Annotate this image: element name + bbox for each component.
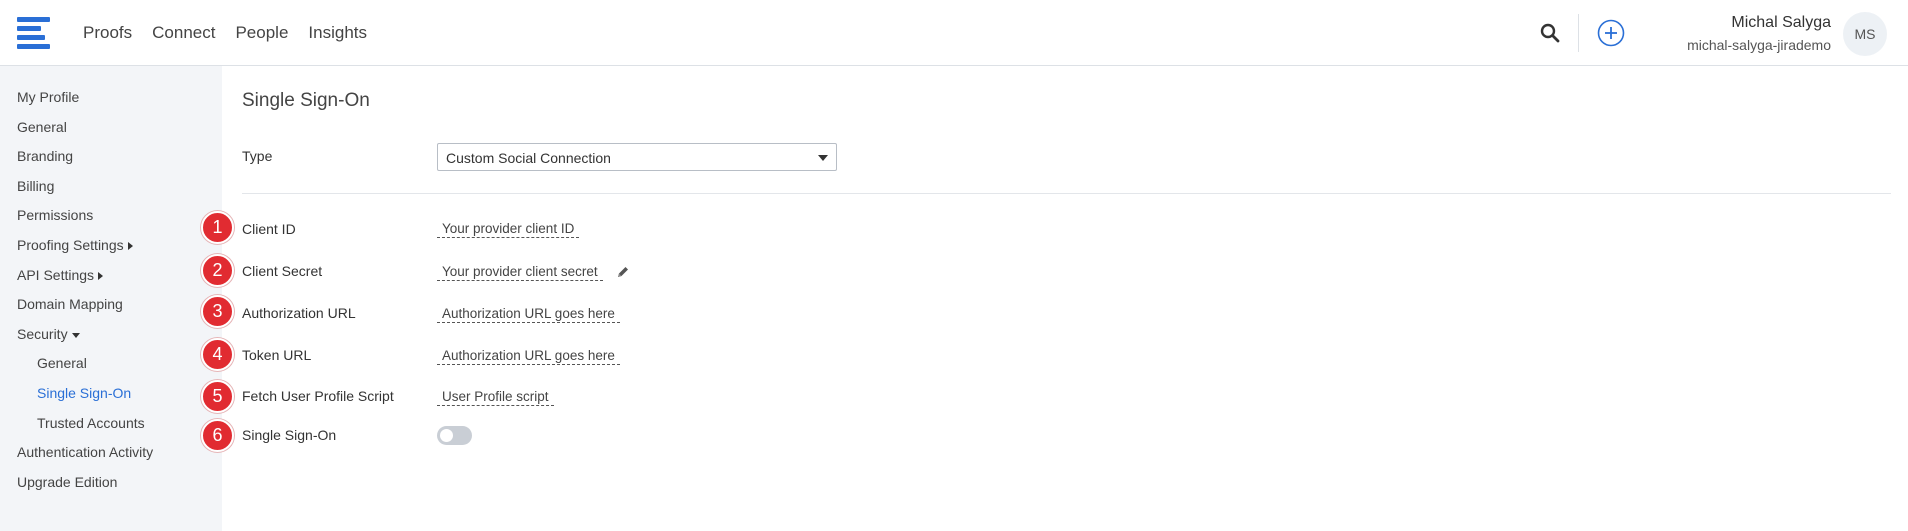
chevron-down-icon (818, 155, 828, 161)
sidebar-item-api-settings[interactable]: API Settings (17, 267, 104, 283)
sidebar-item-proofing-settings[interactable]: Proofing Settings (17, 237, 133, 253)
nav-people[interactable]: People (235, 23, 288, 43)
nav-proofs[interactable]: Proofs (83, 23, 132, 43)
type-select-value: Custom Social Connection (446, 150, 611, 166)
step-marker-6: 6 (201, 419, 234, 452)
authorization-url-field[interactable]: Authorization URL goes here (437, 306, 620, 323)
single-sign-on-toggle[interactable] (437, 426, 472, 445)
avatar[interactable]: MS (1843, 12, 1887, 56)
sidebar-item-security[interactable]: Security (17, 326, 80, 342)
token-url-label: Token URL (242, 347, 312, 363)
sidebar-item-domain-mapping[interactable]: Domain Mapping (17, 296, 123, 312)
fetch-user-profile-script-label: Fetch User Profile Script (242, 388, 394, 404)
sidebar-item-single-sign-on[interactable]: Single Sign-On (37, 385, 131, 401)
fetch-user-profile-script-field[interactable]: User Profile script (437, 389, 554, 406)
toggle-knob (440, 429, 453, 442)
caret-right-icon (127, 242, 133, 251)
header-divider (1578, 14, 1579, 52)
client-id-label: Client ID (242, 221, 296, 237)
step-marker-4: 4 (201, 338, 234, 371)
step-marker-3: 3 (201, 295, 234, 328)
search-icon[interactable] (1539, 22, 1561, 44)
type-select[interactable]: Custom Social Connection (437, 143, 837, 171)
sidebar-item-billing[interactable]: Billing (17, 178, 54, 194)
type-label: Type (242, 148, 273, 164)
sidebar: My Profile General Branding Billing Perm… (0, 66, 222, 531)
sidebar-item-security-general[interactable]: General (37, 355, 87, 371)
client-secret-label: Client Secret (242, 263, 323, 279)
sidebar-item-branding[interactable]: Branding (17, 148, 73, 164)
sidebar-item-my-profile[interactable]: My Profile (17, 89, 79, 105)
add-circle-icon[interactable] (1597, 19, 1625, 47)
section-divider (242, 193, 1891, 194)
caret-down-icon (71, 332, 80, 338)
sidebar-item-permissions[interactable]: Permissions (17, 207, 93, 223)
client-secret-field[interactable]: Your provider client secret (437, 264, 603, 281)
user-name[interactable]: Michal Salyga (1731, 14, 1831, 32)
sidebar-item-general[interactable]: General (17, 119, 67, 135)
nav-insights[interactable]: Insights (308, 23, 367, 43)
step-marker-2: 2 (201, 254, 234, 287)
sidebar-item-upgrade-edition[interactable]: Upgrade Edition (17, 474, 117, 490)
main-nav: Proofs Connect People Insights (83, 0, 367, 66)
page-title: Single Sign-On (242, 90, 370, 111)
caret-right-icon (98, 272, 104, 281)
authorization-url-label: Authorization URL (242, 305, 356, 321)
step-marker-1: 1 (201, 211, 234, 244)
pencil-icon[interactable] (616, 265, 630, 279)
sidebar-item-trusted-accounts[interactable]: Trusted Accounts (37, 415, 145, 431)
user-org[interactable]: michal-salyga-jirademo (1687, 37, 1831, 53)
top-bar: Proofs Connect People Insights Michal Sa… (0, 0, 1908, 66)
step-marker-5: 5 (201, 380, 234, 413)
nav-connect[interactable]: Connect (152, 23, 215, 43)
menu-logo-icon[interactable] (17, 17, 50, 50)
single-sign-on-label: Single Sign-On (242, 427, 337, 443)
sidebar-item-authentication-activity[interactable]: Authentication Activity (17, 444, 153, 460)
client-id-field[interactable]: Your provider client ID (437, 221, 580, 238)
token-url-field[interactable]: Authorization URL goes here (437, 348, 620, 365)
